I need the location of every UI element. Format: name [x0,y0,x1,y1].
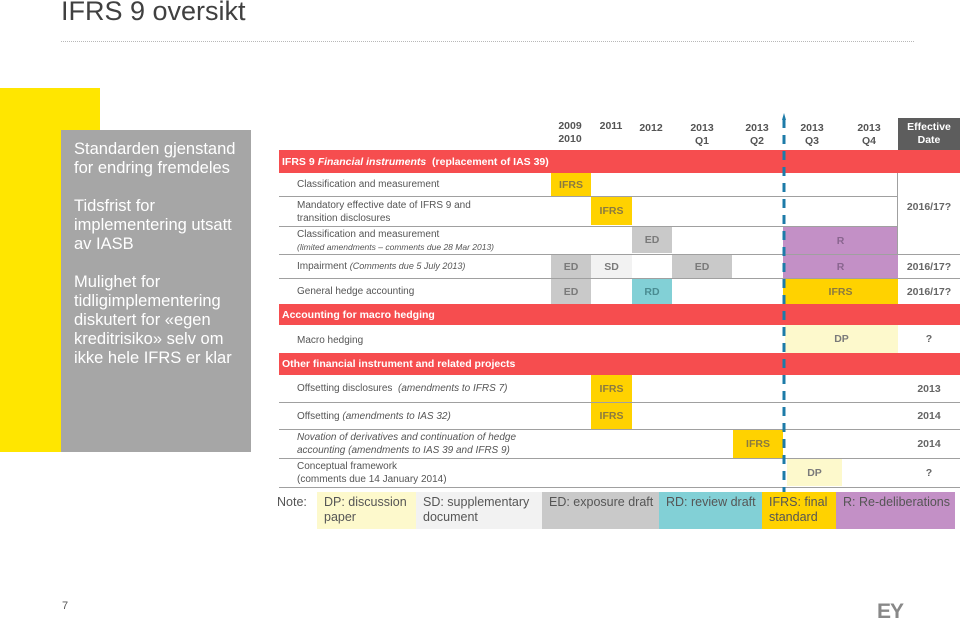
key-points-panel: Standarden gjenstand for endring fremdel… [61,130,251,452]
effective-date: 2016/17? [906,260,952,273]
ey-logo: EY [877,600,904,623]
column-year: 2013 [800,122,824,134]
row-label: Conceptual framework (comments due 14 Jan… [297,459,447,487]
column-year: 2013 [857,122,881,134]
column-sub: Q1 [694,135,709,147]
legend-item-dp: DP: discussion paper [317,492,416,529]
milestone-r: R [783,227,898,254]
row-label: Macro hedging [297,326,363,354]
key-point: Tidsfrist for implementering utsatt av I… [74,197,232,253]
section-bar-macro-hedging: Accounting for macro hedging [279,304,960,325]
column-header: 2013 Q3 [787,122,837,148]
effective-date: ? [925,333,933,345]
milestone-dp: DP [787,459,842,486]
row-label: Novation of derivatives and continuation… [297,430,537,458]
legend-item-ifrs: IFRS: final standard [762,492,836,529]
milestone-dp: DP [785,325,898,353]
legend-item-rd: RD: review draft [659,492,762,529]
column-year: 2013 [745,122,769,134]
row-note: (amendments to IFRS 7) [397,383,508,394]
column-header: 2013 Q2 [732,122,782,148]
row-title: Offsetting [297,410,343,422]
effective-column-border [897,173,898,254]
effective-date-header: Effective Date [898,118,960,150]
row-note: (limited amendments – comments due 28 Ma… [297,241,495,252]
row-title: General hedge accounting [297,286,415,297]
row-title: Mandatory effective date of IFRS 9 and t… [297,199,471,224]
section-title-italic: Financial instruments [317,155,427,168]
column-year: 2013 [690,122,714,134]
effective-date: 2014 [917,438,941,450]
title-divider [61,41,914,42]
milestone-ed: ED [551,255,591,278]
key-point: Mulighet for tidligimplementering diskut… [74,273,232,367]
milestone-ed: ED [672,255,732,278]
row-label: Mandatory effective date of IFRS 9 and t… [297,197,507,226]
page-title: IFRS 9 oversikt [61,0,246,26]
row-label: Offsetting disclosures (amendments to IF… [297,375,507,402]
row-title: Macro hedging [297,334,364,346]
row-title: Conceptual framework [297,461,398,472]
section-title: IFRS 9 [282,155,315,168]
legend-item-r: R: Re-deliberations [836,492,955,529]
section-title-suffix: (replacement of IAS 39) [426,155,549,168]
row-note: Novation of derivatives and continuation… [297,432,517,456]
effective-header-line: Date [917,134,941,146]
milestone-sd: SD [591,255,632,278]
milestone-ed: ED [551,279,591,304]
milestone-ifrs: IFRS [783,279,898,304]
milestone-ifrs: IFRS [591,197,632,225]
column-sub: Q4 [861,135,876,147]
milestone-ifrs: IFRS [591,375,632,402]
column-sub: Q3 [804,135,819,147]
row-note: (Comments due 5 July 2013) [349,261,466,271]
effective-date: 2016/17? [906,285,952,298]
effective-date: 2014 [917,410,941,422]
row-divider [279,487,960,488]
row-note: (amendments to IAS 32) [342,410,451,422]
column-sub: Q2 [749,135,764,147]
milestone-ifrs: IFRS [591,403,632,429]
milestone-rd: RD [632,279,672,304]
section-bar-ifrs9: IFRS 9 Financial instruments (replacemen… [279,150,960,173]
current-date-marker [782,113,786,506]
section-title: Other financial instrument and related p… [282,358,516,370]
row-title: Impairment [297,261,350,272]
milestone-ifrs: IFRS [551,173,591,196]
section-bar-other-projects: Other financial instrument and related p… [279,353,960,375]
column-header: 2013 Q4 [844,122,894,148]
row-label: Offsetting (amendments to IAS 32) [297,403,451,429]
row-label: Classification and measurement [297,173,439,196]
section-title: Accounting for macro hedging [282,308,435,321]
milestone-ed: ED [632,227,672,253]
key-point: Standarden gjenstand for endring fremdel… [74,140,236,177]
legend-item-ed: ED: exposure draft [542,492,659,529]
legend-item-sd: SD: supplementary document [416,492,542,529]
legend-note-label: Note: [277,495,307,509]
effective-date: 2016/17? [906,201,952,213]
column-header: 2012 [626,122,676,135]
row-title: Classification and measurement [297,179,440,190]
effective-date: ? [925,466,933,479]
row-label: Impairment (Comments due 5 July 2013) [297,255,465,278]
row-label: Classification and measurement (limited a… [297,227,494,254]
row-title: Offsetting disclosures [297,383,398,394]
milestone-r: R [783,255,898,278]
column-year: 2012 [639,122,663,134]
effective-date: 2013 [917,382,941,395]
row-title: Classification and measurement [297,228,440,240]
row-label: General hedge accounting [297,279,414,304]
column-sub: 2010 [558,133,582,145]
arrow-up-icon [782,113,786,120]
effective-header-line: Effective [907,121,951,133]
milestone-ifrs: IFRS [733,430,783,458]
column-header: 2013 Q1 [677,122,727,148]
page-number: 7 [62,600,69,612]
row-note: (comments due 14 January 2014) [297,474,447,485]
